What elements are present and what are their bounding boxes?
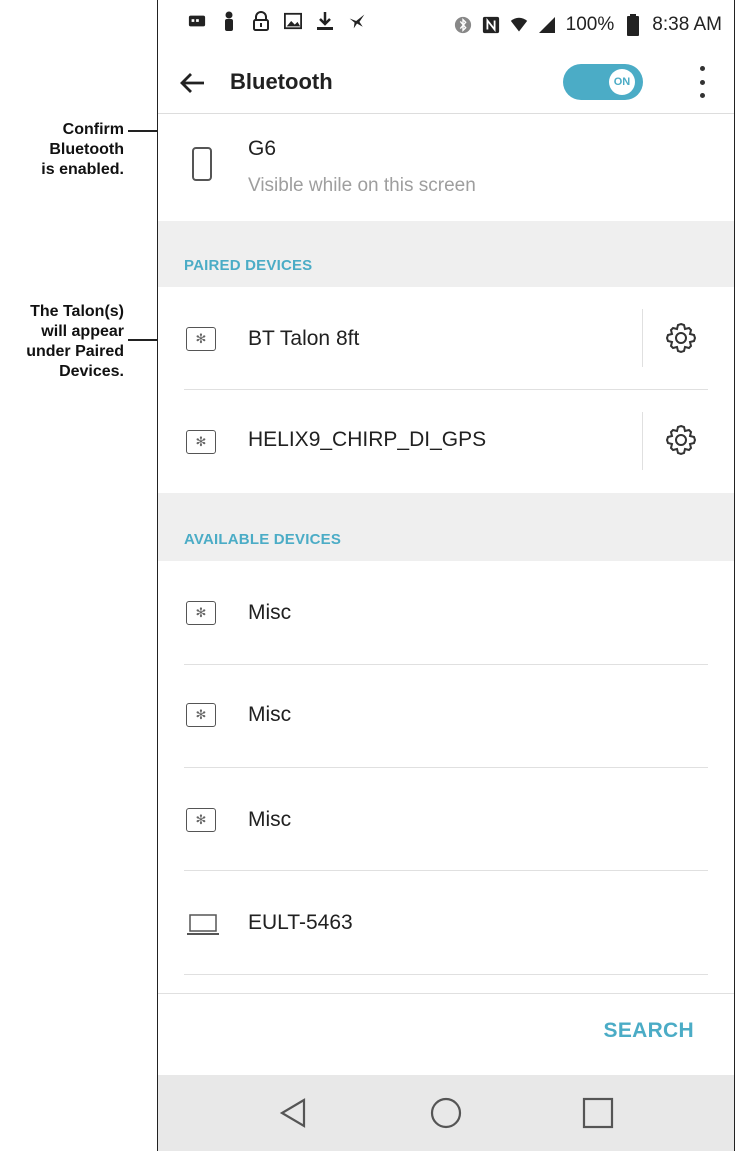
page-title: Bluetooth (230, 69, 333, 94)
battery-percent: 100% (565, 14, 615, 35)
divider (158, 993, 734, 994)
this-device: G6 Visible while on this screen (158, 115, 734, 221)
bluetooth-device-icon: ✻ (186, 703, 216, 727)
callout-line-text: Bluetooth (49, 141, 124, 158)
phone-icon (192, 147, 212, 181)
dot-icon (699, 93, 705, 98)
triangle-back-icon (279, 1098, 306, 1128)
status-bar: 100% 8:38 AM (158, 0, 734, 50)
available-device-row[interactable]: ✻ Misc (158, 561, 734, 665)
paired-devices-header: PAIRED DEVICES (158, 221, 734, 287)
callout-confirm-bluetooth: Confirm Bluetooth is enabled. (41, 120, 124, 180)
divider (642, 309, 643, 367)
system-status: 100% 8:38 AM (454, 14, 722, 36)
section-label: AVAILABLE DEVICES (184, 531, 342, 548)
battery-icon (624, 14, 642, 36)
download-icon (316, 12, 334, 30)
settings-gear-icon[interactable] (663, 422, 699, 458)
callout-talon-paired: The Talon(s) will appear under Paired De… (26, 302, 124, 382)
square-recents-icon (582, 1097, 614, 1129)
divider (184, 974, 708, 975)
toggle-knob: ON (609, 69, 635, 95)
nav-back-button[interactable] (273, 1093, 313, 1133)
device-label: Misc (248, 703, 292, 726)
search-button[interactable]: SEARCH (604, 1019, 694, 1043)
clock: 8:38 AM (652, 14, 722, 35)
phone-screen: 100% 8:38 AM Bluetooth ON G6 Visible whi… (157, 0, 735, 1151)
app-bar: Bluetooth ON (158, 50, 734, 114)
callout-line-text: is enabled. (41, 161, 124, 178)
divider (642, 412, 643, 470)
message-icon (188, 12, 206, 30)
device-label: Misc (248, 601, 292, 624)
available-device-row[interactable]: ✻ Misc (158, 768, 734, 871)
callout-line-text: The Talon(s) (30, 303, 124, 320)
bluetooth-toggle[interactable]: ON (563, 64, 643, 100)
bird-icon (348, 12, 366, 30)
image-icon (284, 12, 302, 30)
circle-home-icon (430, 1097, 462, 1129)
device-visibility: Visible while on this screen (248, 175, 476, 196)
nfc-icon (482, 16, 500, 34)
laptop-icon (186, 913, 220, 937)
lock-icon (252, 11, 270, 31)
device-label: HELIX9_CHIRP_DI_GPS (248, 428, 487, 451)
device-label: EULT-5463 (248, 911, 353, 934)
paired-device-row[interactable]: ✻ BT Talon 8ft (158, 287, 734, 390)
bluetooth-device-icon: ✻ (186, 808, 216, 832)
back-button[interactable] (176, 66, 210, 100)
bluetooth-device-icon: ✻ (186, 430, 216, 454)
callout-line-text: Confirm (62, 121, 124, 138)
device-name: G6 (248, 137, 277, 160)
callout-line-text: Devices. (59, 363, 124, 380)
paired-device-row[interactable]: ✻ HELIX9_CHIRP_DI_GPS (158, 390, 734, 493)
bluetooth-device-icon: ✻ (186, 327, 216, 351)
person-icon (220, 11, 238, 31)
page: Confirm Bluetooth is enabled. The Talon(… (0, 0, 738, 1151)
settings-gear-icon[interactable] (663, 320, 699, 356)
back-arrow-icon (180, 73, 204, 93)
callout-line-text: under Paired (26, 343, 124, 360)
device-label: BT Talon 8ft (248, 327, 360, 350)
dot-icon (699, 66, 705, 71)
available-devices-header: AVAILABLE DEVICES (158, 493, 734, 561)
more-options-button[interactable] (692, 62, 712, 102)
signal-icon (538, 16, 556, 34)
navigation-bar (158, 1075, 734, 1151)
bluetooth-icon (454, 16, 472, 34)
nav-recents-button[interactable] (578, 1093, 618, 1133)
notification-icons (188, 11, 366, 31)
available-device-row[interactable]: ✻ Misc (158, 665, 734, 768)
callout-line-text: will appear (41, 323, 124, 340)
wifi-icon (510, 16, 528, 34)
nav-home-button[interactable] (426, 1093, 466, 1133)
available-device-row[interactable]: EULT-5463 (158, 871, 734, 975)
dot-icon (699, 79, 705, 85)
device-label: Misc (248, 808, 292, 831)
section-label: PAIRED DEVICES (184, 257, 313, 274)
bluetooth-device-icon: ✻ (186, 601, 216, 625)
